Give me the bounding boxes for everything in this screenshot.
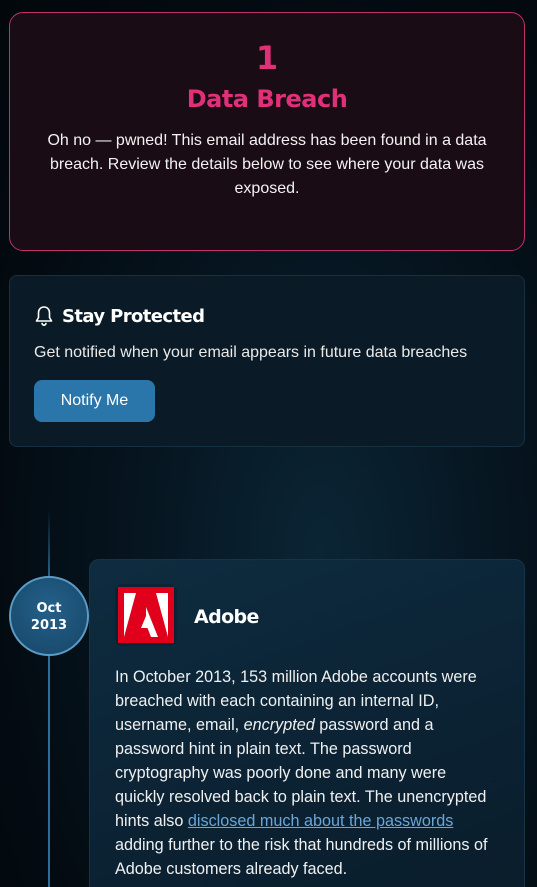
breach-title: Data Breach bbox=[186, 85, 348, 113]
company-logo bbox=[115, 584, 177, 646]
timeline-line bbox=[48, 510, 50, 887]
description-emphasis: encrypted bbox=[243, 716, 315, 734]
stay-protected-card: Stay Protected Get notified when your em… bbox=[9, 275, 525, 447]
stay-protected-header: Stay Protected bbox=[34, 305, 205, 327]
stay-protected-text: Get notified when your email appears in … bbox=[34, 344, 468, 361]
bell-icon bbox=[35, 306, 53, 327]
company-name: Adobe bbox=[194, 606, 259, 628]
adobe-logo-icon bbox=[118, 587, 174, 643]
breach-summary-card: 1 Data Breach Oh no — pwned! This email … bbox=[9, 12, 525, 251]
breach-entry-card: Adobe In October 2013, 153 million Adobe… bbox=[89, 559, 525, 887]
notify-me-button[interactable]: Notify Me bbox=[34, 380, 155, 422]
breach-date-year: 2013 bbox=[30, 618, 68, 633]
breach-message: Oh no — pwned! This email address has be… bbox=[47, 132, 487, 197]
breach-date-month: Oct bbox=[36, 601, 62, 616]
stay-protected-title: Stay Protected bbox=[62, 305, 205, 327]
passwords-disclosure-link[interactable]: disclosed much about the passwords bbox=[188, 812, 453, 830]
breach-date-badge: Oct 2013 bbox=[9, 576, 89, 656]
breach-count: 1 bbox=[255, 39, 279, 77]
description-text: adding further to the risk that hundreds… bbox=[115, 836, 488, 878]
breach-description: In October 2013, 153 million Adobe accou… bbox=[115, 665, 500, 881]
